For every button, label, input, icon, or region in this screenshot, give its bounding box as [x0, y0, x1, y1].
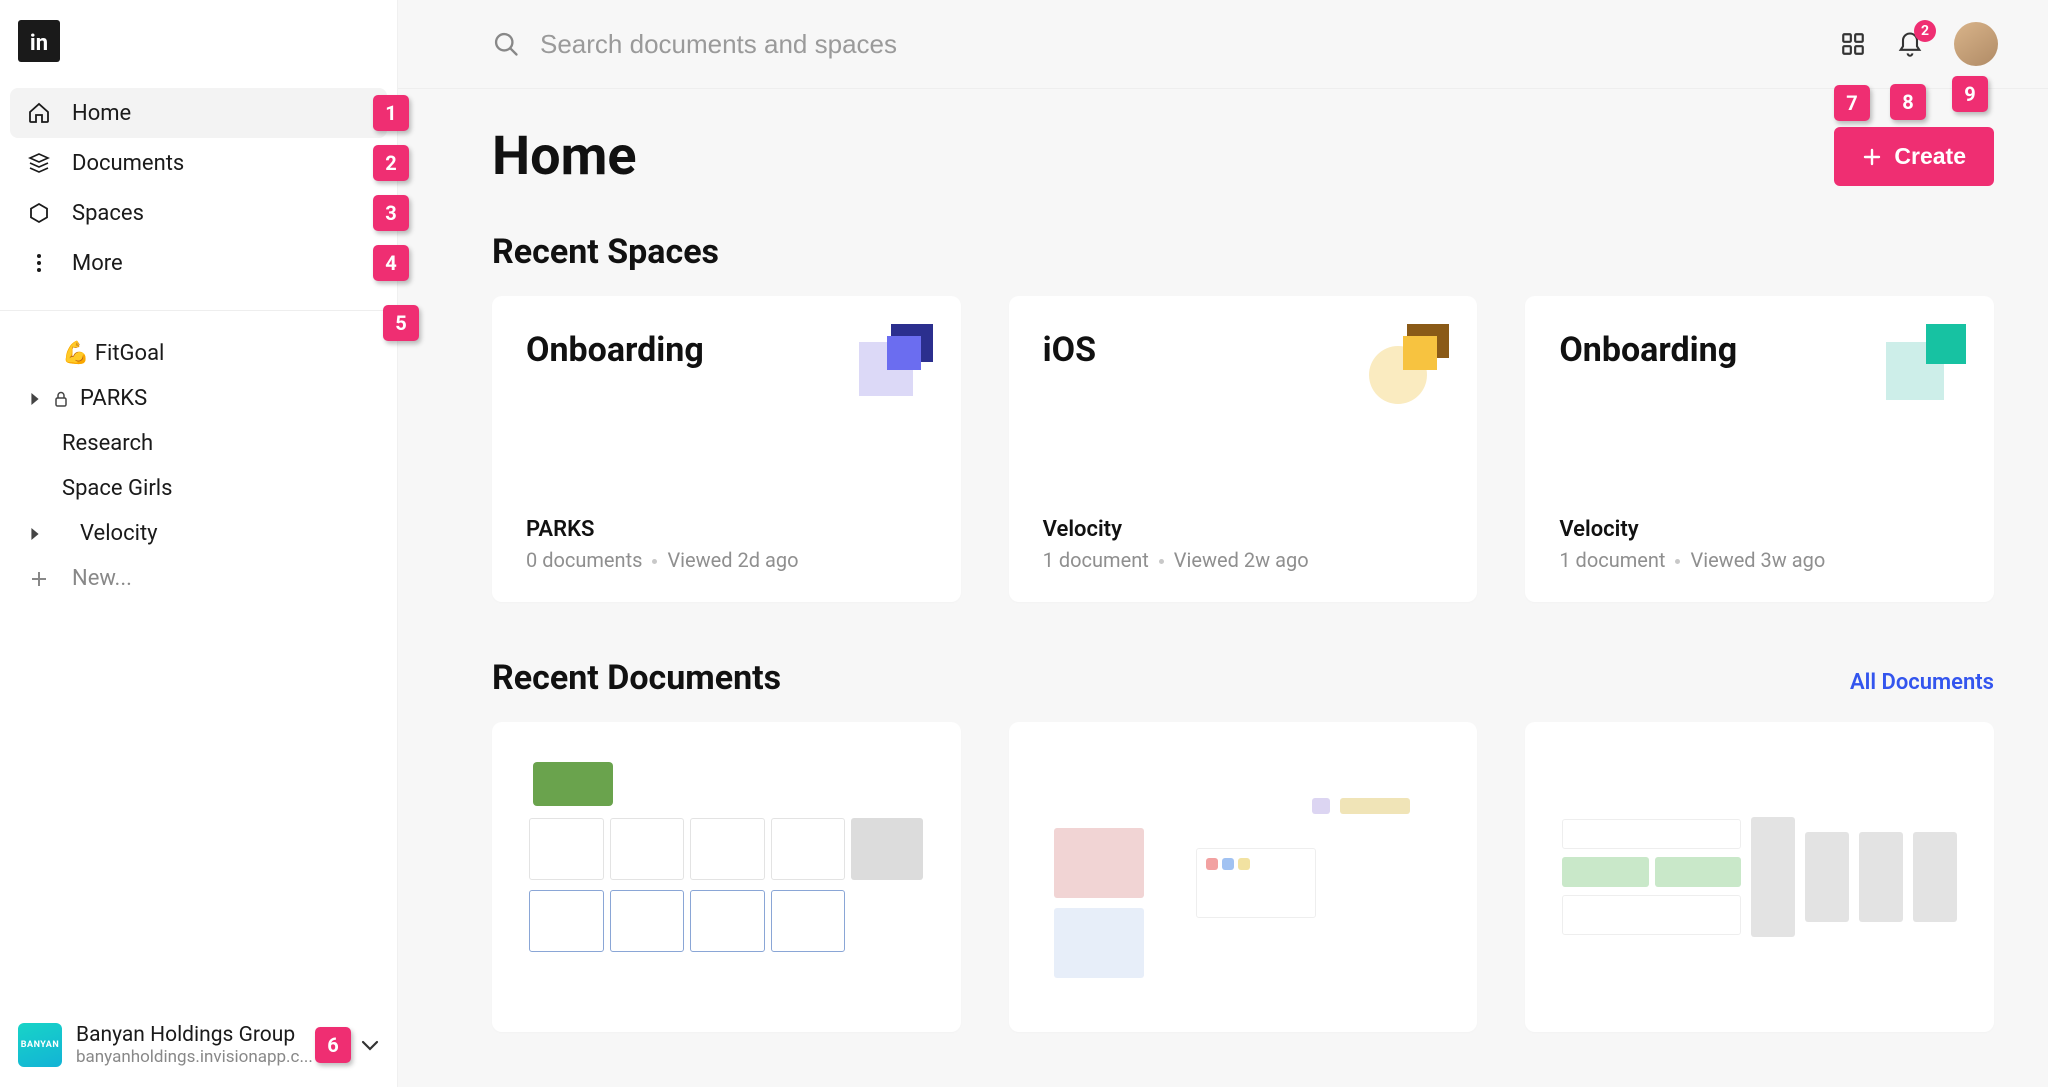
search-input[interactable]: [540, 29, 1840, 60]
search-icon: [492, 30, 520, 58]
space-item-velocity[interactable]: Velocity: [10, 511, 387, 556]
spaces-list: 5 💪 FitGoal PARKS Research Space: [0, 317, 397, 611]
all-documents-link[interactable]: All Documents: [1850, 670, 1994, 695]
invision-logo[interactable]: in: [18, 20, 60, 62]
doc-card[interactable]: [492, 722, 961, 1032]
search[interactable]: [492, 29, 1840, 60]
doc-thumbnail: [1562, 762, 1956, 992]
nav-label: Home: [72, 101, 131, 126]
logo-wrap: in: [0, 0, 397, 74]
space-item-research[interactable]: Research: [10, 421, 387, 466]
caret-right-icon: [26, 393, 44, 405]
card-meta: 1 documentViewed 3w ago: [1559, 548, 1960, 572]
doc-card[interactable]: [1525, 722, 1994, 1032]
sidebar: in Home 1 Documents 2 Space: [0, 0, 398, 1087]
card-parent: PARKS: [526, 517, 927, 542]
annotation-5: 5: [383, 305, 419, 341]
create-button[interactable]: Create: [1834, 127, 1994, 186]
more-icon: [26, 250, 52, 276]
space-label: Space Girls: [62, 476, 173, 501]
org-switcher[interactable]: BANYAN Banyan Holdings Group banyanholdi…: [0, 1007, 397, 1087]
recent-docs-head: Recent Documents All Documents: [492, 658, 1994, 698]
recent-docs-title: Recent Documents: [492, 658, 781, 698]
space-card[interactable]: iOS Velocity 1 documentViewed 2w ago: [1009, 296, 1478, 602]
nav-label: Documents: [72, 151, 184, 176]
recent-spaces-title: Recent Spaces: [492, 232, 1994, 272]
chevron-down-icon: [361, 1039, 379, 1051]
card-meta: 1 documentViewed 2w ago: [1043, 548, 1444, 572]
org-url: banyanholdings.invisionapp.c...: [76, 1047, 313, 1067]
topbar-icons: 7 2 8 9: [1840, 22, 1998, 66]
space-item-parks[interactable]: PARKS: [10, 376, 387, 421]
doc-thumbnail: [1046, 758, 1440, 996]
nav-more[interactable]: More 4: [10, 238, 387, 288]
card-deco-icon: [1369, 324, 1449, 404]
recent-spaces-grid: Onboarding PARKS 0 documentsViewed 2d ag…: [492, 296, 1994, 602]
annotation-2: 2: [373, 145, 409, 181]
page-head: Home Create: [492, 125, 1994, 188]
space-label: 💪 FitGoal: [62, 341, 164, 366]
avatar-image: [1954, 22, 1998, 66]
caret-right-icon: [26, 528, 44, 540]
card-deco-icon: [1886, 324, 1966, 404]
notifications-button[interactable]: 2 8: [1896, 30, 1924, 58]
apps-button[interactable]: 7: [1840, 31, 1866, 57]
new-space-button[interactable]: New...: [10, 556, 387, 601]
documents-icon: [26, 150, 52, 176]
create-label: Create: [1894, 143, 1966, 170]
main: 7 2 8 9 Home Create: [398, 0, 2048, 1087]
nav-home[interactable]: Home 1: [10, 88, 387, 138]
notification-badge: 2: [1914, 20, 1936, 42]
divider: [0, 310, 397, 311]
app-root: in Home 1 Documents 2 Space: [0, 0, 2048, 1087]
space-label: Research: [62, 431, 153, 456]
space-item-fitgoal[interactable]: 💪 FitGoal: [10, 331, 387, 376]
home-icon: [26, 100, 52, 126]
page-title: Home: [492, 125, 637, 188]
org-avatar: BANYAN: [18, 1023, 62, 1067]
primary-nav: Home 1 Documents 2 Spaces 3: [0, 74, 397, 298]
lock-icon: [52, 391, 70, 407]
space-item-spacegirls[interactable]: Space Girls: [10, 466, 387, 511]
hexagon-icon: [26, 200, 52, 226]
recent-docs-grid: [492, 722, 1994, 1032]
annotation-4: 4: [373, 245, 409, 281]
space-card[interactable]: Onboarding PARKS 0 documentsViewed 2d ag…: [492, 296, 961, 602]
space-label: PARKS: [80, 386, 147, 411]
annotation-7: 7: [1834, 85, 1870, 121]
card-parent: Velocity: [1043, 517, 1444, 542]
nav-documents[interactable]: Documents 2: [10, 138, 387, 188]
annotation-9: 9: [1952, 76, 1988, 112]
space-card[interactable]: Onboarding Velocity 1 documentViewed 3w …: [1525, 296, 1994, 602]
annotation-3: 3: [373, 195, 409, 231]
doc-thumbnail: [529, 762, 923, 992]
card-deco-icon: [853, 324, 933, 404]
annotation-1: 1: [373, 95, 409, 131]
org-info: Banyan Holdings Group banyanholdings.inv…: [76, 1023, 313, 1067]
topbar: 7 2 8 9: [398, 0, 2048, 89]
annotation-6: 6: [315, 1027, 351, 1063]
nav-spaces[interactable]: Spaces 3: [10, 188, 387, 238]
doc-card[interactable]: [1009, 722, 1478, 1032]
new-label: New...: [72, 566, 132, 591]
plus-icon: [1862, 147, 1882, 167]
user-avatar[interactable]: 9: [1954, 22, 1998, 66]
annotation-8: 8: [1890, 84, 1926, 120]
space-label: Velocity: [80, 521, 158, 546]
content: Home Create Recent Spaces Onboarding: [398, 89, 2048, 1072]
nav-label: Spaces: [72, 201, 144, 226]
card-meta: 0 documentsViewed 2d ago: [526, 548, 927, 572]
plus-icon: [26, 570, 52, 588]
nav-label: More: [72, 251, 123, 276]
org-name: Banyan Holdings Group: [76, 1023, 313, 1047]
card-parent: Velocity: [1559, 517, 1960, 542]
